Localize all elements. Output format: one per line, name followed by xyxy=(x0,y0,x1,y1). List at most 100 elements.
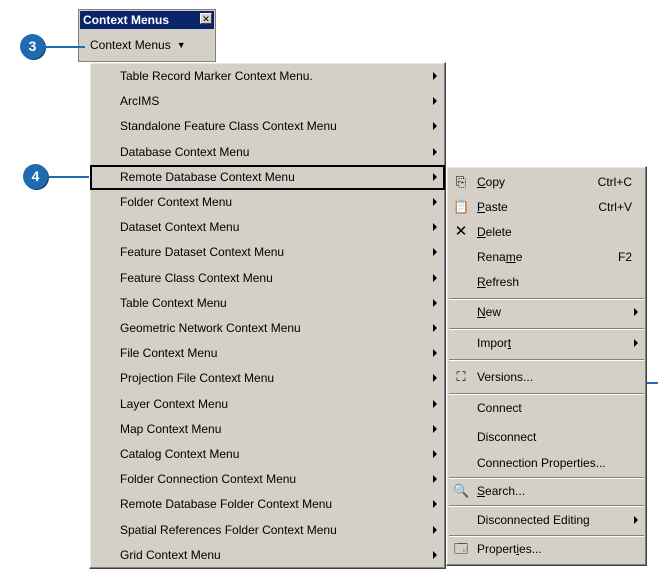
rename-shortcut: F2 xyxy=(617,250,632,264)
menu-item-new[interactable]: New xyxy=(447,300,646,325)
menu-item-label: Folder Context Menu xyxy=(120,195,233,209)
menu-item-label: Geometric Network Context Menu xyxy=(120,321,301,335)
menu-item-grid-context-menu[interactable]: Grid Context Menu xyxy=(90,543,445,568)
submenu-arrow-icon xyxy=(433,172,437,181)
search-icon: 🔍 xyxy=(453,483,470,498)
submenu-arrow-icon xyxy=(433,550,437,559)
versions-icon: ⛶ xyxy=(456,369,466,384)
copy-shortcut: Ctrl+C xyxy=(597,175,632,189)
submenu-arrow-icon xyxy=(433,349,437,358)
menu-separator xyxy=(449,393,644,395)
submenu-arrow-icon xyxy=(433,273,437,282)
new-label: ew xyxy=(485,305,502,319)
menu-item-feature-dataset-context-menu[interactable]: Feature Dataset Context Menu xyxy=(90,240,445,265)
menu-item-table-record-marker-context-menu[interactable]: Table Record Marker Context Menu. xyxy=(90,64,445,89)
paste-label: aste xyxy=(485,200,508,214)
menu-item-arcims[interactable]: ArcIMS xyxy=(90,89,445,114)
menu-item-layer-context-menu[interactable]: Layer Context Menu xyxy=(90,392,445,417)
paste-mnemonic: P xyxy=(477,200,486,214)
close-icon[interactable]: ✕ xyxy=(200,13,212,24)
delete-mnemonic: D xyxy=(477,225,486,239)
menu-item-map-context-menu[interactable]: Map Context Menu xyxy=(90,417,445,442)
copy-label: opy xyxy=(485,175,506,189)
menu-item-database-context-menu[interactable]: Database Context Menu xyxy=(90,140,445,165)
menu-item-properties[interactable]: 🗔 Properties... xyxy=(447,537,646,562)
submenu-arrow-icon xyxy=(433,298,437,307)
menu-item-copy[interactable]: ⎘ Copy Ctrl+C xyxy=(447,170,646,195)
menu-item-paste[interactable]: 📋 Paste Ctrl+V xyxy=(447,195,646,220)
submenu-arrow-icon xyxy=(634,339,638,347)
context-menus-button-label: Context Menus xyxy=(90,38,171,52)
menu-item-feature-class-context-menu[interactable]: Feature Class Context Menu xyxy=(90,266,445,291)
copy-icon: ⎘ xyxy=(455,174,467,189)
properties-label-start: Propert xyxy=(477,542,517,556)
menu-item-refresh[interactable]: Refresh xyxy=(447,270,646,295)
menu-item-connection-properties[interactable]: Connection Properties... xyxy=(447,451,646,476)
submenu-arrow-icon xyxy=(433,374,437,383)
menu-item-label: ArcIMS xyxy=(120,94,160,109)
menu-item-file-context-menu[interactable]: File Context Menu xyxy=(90,341,445,366)
context-menus-dropdown-button[interactable]: Context Menus ▼ xyxy=(81,32,213,58)
menu-item-folder-connection-context-menu[interactable]: Folder Connection Context Menu xyxy=(90,467,445,492)
menu-item-remote-database-folder-context-menu[interactable]: Remote Database Folder Context Menu xyxy=(90,492,445,517)
search-mnemonic: S xyxy=(477,484,486,498)
search-label: earch... xyxy=(485,484,526,498)
submenu-arrow-icon xyxy=(433,198,437,206)
menu-item-catalog-context-menu[interactable]: Catalog Context Menu xyxy=(90,442,445,467)
menu-item-label: Spatial References Folder Context Menu xyxy=(120,522,337,537)
submenu-arrow-icon xyxy=(433,223,437,232)
properties-icon: 🗔 xyxy=(453,541,469,556)
paste-icon: 📋 xyxy=(453,199,470,214)
menu-item-connect[interactable]: Connect xyxy=(447,396,646,421)
menu-item-label: Map Context Menu xyxy=(120,421,222,436)
menu-item-label: Feature Class Context Menu xyxy=(120,270,273,285)
menu-item-folder-context-menu[interactable]: Folder Context Menu xyxy=(90,190,445,215)
menu-item-standalone-feature-class-context-menu[interactable]: Standalone Feature Class Context Menu xyxy=(90,114,445,139)
menu-item-label: Remote Database Context Menu xyxy=(120,169,295,184)
menu-item-remote-database-context-menu[interactable]: Remote Database Context Menu xyxy=(90,164,445,190)
menu-item-label: Table Context Menu xyxy=(120,295,227,310)
menu-item-delete[interactable]: ✕ Delete xyxy=(447,220,646,245)
rename-label-start: Rena xyxy=(477,250,506,264)
remote-database-context-submenu: ⎘ Copy Ctrl+C 📋 Paste Ctrl+V ✕ Delete Re… xyxy=(446,166,647,566)
menu-item-rename[interactable]: Rename F2 xyxy=(447,245,646,270)
submenu-arrow-icon xyxy=(433,147,437,156)
submenu-arrow-icon xyxy=(433,324,437,332)
context-menus-toolbar: Context Menus ✕ Context Menus ▼ xyxy=(78,9,216,62)
menu-separator xyxy=(449,328,644,330)
menu-item-dataset-context-menu[interactable]: Dataset Context Menu xyxy=(90,215,445,240)
step-3-callout: 3 xyxy=(20,34,45,59)
submenu-arrow-icon xyxy=(433,450,437,458)
submenu-arrow-icon xyxy=(433,122,437,131)
menu-item-label: Remote Database Folder Context Menu xyxy=(120,497,333,512)
menu-item-label: Catalog Context Menu xyxy=(120,447,240,461)
step-4-leader-line xyxy=(48,176,94,178)
menu-item-geometric-network-context-menu[interactable]: Geometric Network Context Menu xyxy=(90,316,445,341)
toolbar-title: Context Menus xyxy=(80,11,214,29)
disconnected-editing-label: Disconnected Editing xyxy=(477,513,590,527)
menu-item-versions[interactable]: ⛶ Versions... xyxy=(447,365,646,390)
submenu-arrow-icon xyxy=(433,500,437,509)
menu-item-table-context-menu[interactable]: Table Context Menu xyxy=(90,291,445,316)
menu-item-label: Database Context Menu xyxy=(120,144,250,159)
import-mnemonic: t xyxy=(507,336,512,350)
menu-item-label: Standalone Feature Class Context Menu xyxy=(120,119,337,134)
menu-item-search[interactable]: 🔍 Search... xyxy=(447,479,646,504)
import-label: Impor xyxy=(477,336,508,350)
menu-item-label: Table Record Marker Context Menu. xyxy=(120,69,313,83)
submenu-arrow-icon xyxy=(433,72,437,80)
menu-item-projection-file-context-menu[interactable]: Projection File Context Menu xyxy=(90,366,445,391)
step-4-callout: 4 xyxy=(23,164,48,189)
menu-item-disconnect[interactable]: Disconnect xyxy=(447,425,646,450)
menu-item-label: Grid Context Menu xyxy=(120,547,221,562)
properties-label-end: es... xyxy=(519,542,542,556)
menu-item-disconnected-editing[interactable]: Disconnected Editing xyxy=(447,508,646,533)
menu-item-spatial-references-folder-context-menu[interactable]: Spatial References Folder Context Menu xyxy=(90,518,445,543)
submenu-arrow-icon xyxy=(433,399,437,408)
submenu-arrow-icon xyxy=(634,516,638,524)
menu-item-label: Dataset Context Menu xyxy=(120,220,240,235)
menu-item-label: Folder Connection Context Menu xyxy=(120,472,297,487)
menu-item-import[interactable]: Import xyxy=(447,331,646,356)
menu-item-label: File Context Menu xyxy=(120,346,218,361)
refresh-mnemonic: R xyxy=(477,275,486,289)
